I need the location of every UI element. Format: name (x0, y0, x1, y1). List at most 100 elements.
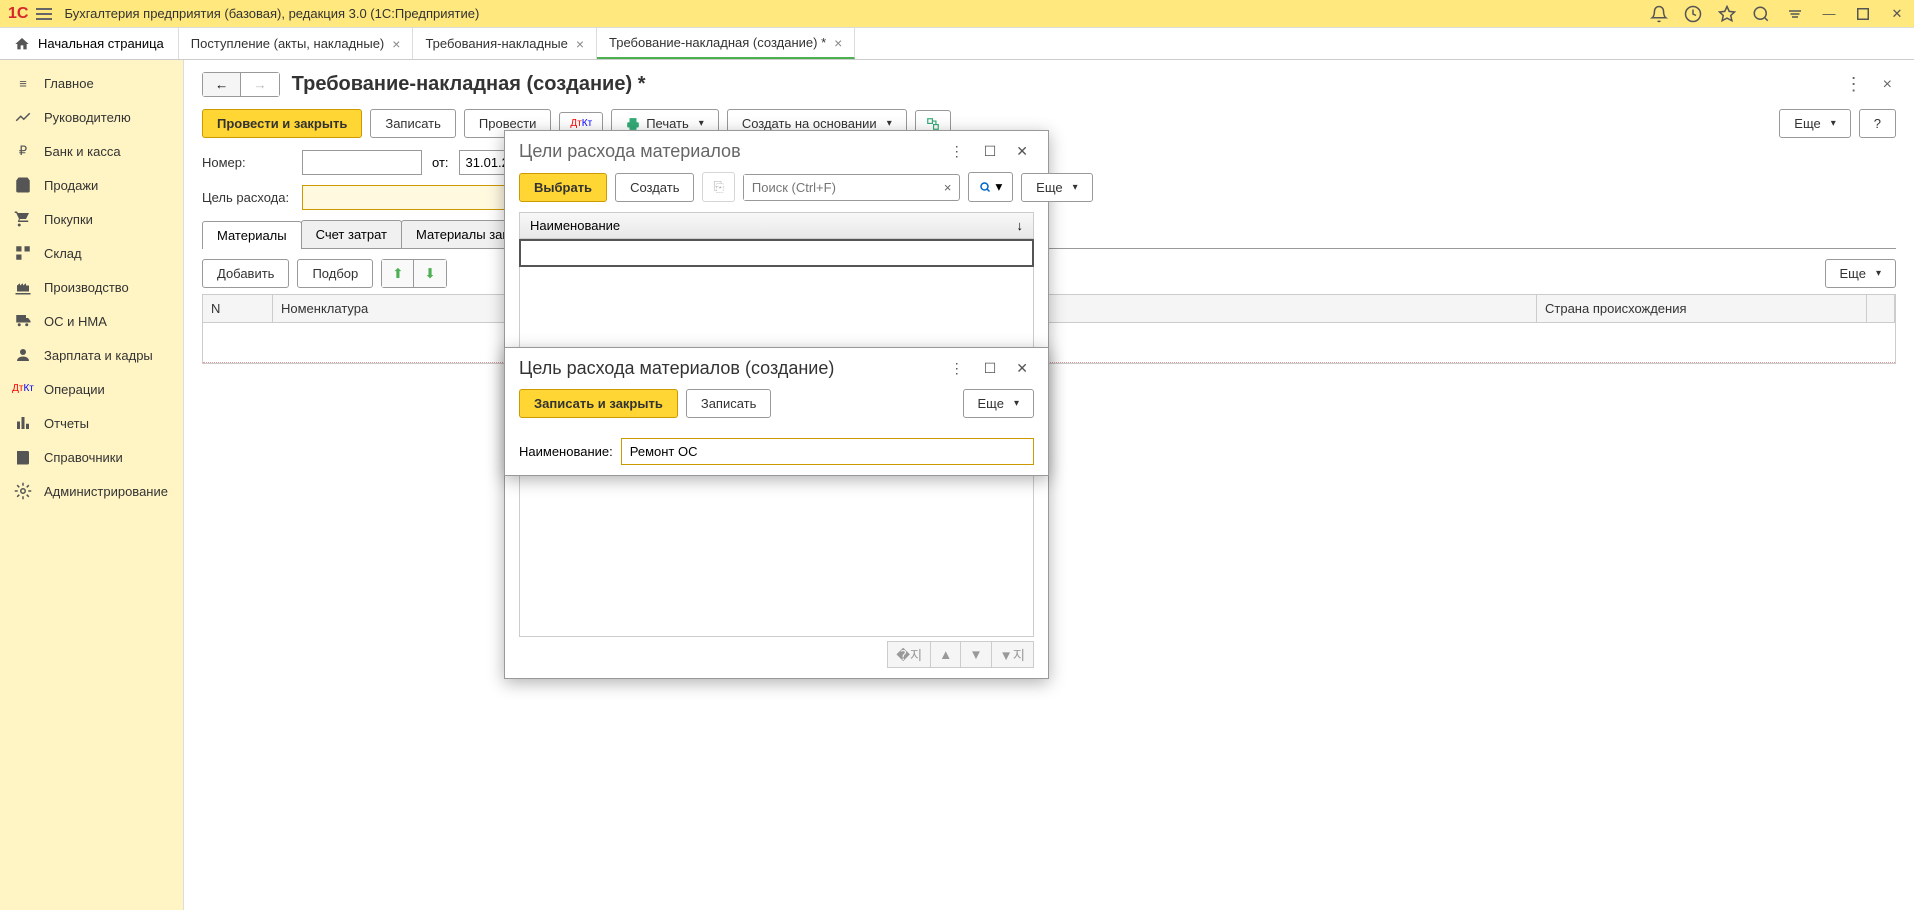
dialog-menu-icon[interactable]: ⋮ (944, 358, 970, 379)
sidebar-label: Производство (44, 280, 129, 295)
close-icon[interactable]: ✕ (1888, 5, 1906, 23)
home-tab[interactable]: Начальная страница (0, 28, 179, 59)
dialog-close-icon[interactable]: ✕ (1010, 358, 1034, 379)
tab-2[interactable]: Требование-накладная (создание) * × (597, 28, 855, 59)
menu-icon[interactable] (36, 8, 52, 20)
nav-down-icon[interactable]: ▼ (960, 641, 991, 668)
sidebar-item-warehouse[interactable]: Склад (0, 236, 183, 270)
back-button[interactable]: ← (203, 73, 241, 96)
sidebar-item-operations[interactable]: ДтКт Операции (0, 372, 183, 406)
sidebar-item-admin[interactable]: Администрирование (0, 474, 183, 508)
dialog1-create-button[interactable]: Создать (615, 173, 694, 202)
dtkt-icon: ДтКт (14, 380, 32, 398)
col-name-label: Наименование (530, 218, 620, 233)
sidebar-item-assets[interactable]: ОС и НМА (0, 304, 183, 338)
sidebar-item-manager[interactable]: Руководителю (0, 100, 183, 134)
nav-last-icon[interactable]: ▼지 (991, 641, 1034, 668)
dialog1-search-button[interactable]: ▾ (968, 172, 1013, 202)
boxes-icon (14, 244, 32, 262)
sidebar-item-main[interactable]: ≡Главное (0, 66, 183, 100)
nav-up-icon[interactable]: ▲ (930, 641, 961, 668)
tab-1[interactable]: Требования-накладные × (413, 28, 597, 59)
sidebar-item-purchases[interactable]: Покупки (0, 202, 183, 236)
tab-close-icon[interactable]: × (834, 35, 842, 51)
col-end (1867, 295, 1895, 322)
help-button[interactable]: ? (1859, 109, 1896, 138)
bars-icon (14, 414, 32, 432)
sidebar-item-salary[interactable]: Зарплата и кадры (0, 338, 183, 372)
dialog-close-icon[interactable]: ✕ (1010, 141, 1034, 162)
factory-icon (14, 278, 32, 296)
post-close-button[interactable]: Провести и закрыть (202, 109, 362, 138)
sort-icon: ↓ (1017, 218, 1024, 233)
dialog-maximize-icon[interactable]: ☐ (978, 141, 1003, 162)
sidebar-label: Продажи (44, 178, 98, 193)
person-icon (14, 346, 32, 364)
sidebar-label: Склад (44, 246, 82, 261)
dialog1-copy-button[interactable]: ⎘ (702, 172, 734, 202)
move-up-button[interactable]: ⬆ (382, 260, 414, 287)
maximize-icon[interactable] (1854, 5, 1872, 23)
menu-icon: ≡ (14, 74, 32, 92)
forward-button[interactable]: → (241, 73, 278, 96)
tab-label: Поступление (акты, накладные) (191, 36, 384, 51)
star-icon[interactable] (1718, 5, 1736, 23)
nav-buttons: ← → (202, 72, 280, 97)
search-icon[interactable] (1752, 5, 1770, 23)
dialog2-name-input[interactable] (621, 438, 1034, 465)
search-clear-icon[interactable]: × (936, 180, 960, 195)
minimize-icon[interactable]: — (1820, 5, 1838, 23)
number-input[interactable] (302, 150, 422, 175)
bell-icon[interactable] (1650, 5, 1668, 23)
dialog2-save-close-button[interactable]: Записать и закрыть (519, 389, 678, 418)
col-country: Страна происхождения (1537, 295, 1867, 322)
history-icon[interactable] (1684, 5, 1702, 23)
inner-tab-costs[interactable]: Счет затрат (301, 220, 402, 248)
sidebar-item-reports[interactable]: Отчеты (0, 406, 183, 440)
sidebar-item-directories[interactable]: Справочники (0, 440, 183, 474)
save-button[interactable]: Записать (370, 109, 456, 138)
dialog1-select-button[interactable]: Выбрать (519, 173, 607, 202)
purpose-input[interactable] (302, 185, 522, 210)
close-page-icon[interactable]: × (1879, 72, 1896, 98)
dialog1-col-header[interactable]: Наименование ↓ (519, 212, 1034, 239)
settings-icon[interactable] (1786, 5, 1804, 23)
dialog1-more-button[interactable]: Еще (1021, 173, 1092, 202)
table-body[interactable] (203, 323, 1895, 363)
from-label: от: (432, 155, 449, 170)
book-icon (14, 448, 32, 466)
dialog1-title: Цели расхода материалов (519, 141, 936, 162)
dialog2-more-button[interactable]: Еще (963, 389, 1034, 418)
dialog-maximize-icon[interactable]: ☐ (978, 358, 1003, 379)
select-button[interactable]: Подбор (297, 259, 373, 288)
tab-close-icon[interactable]: × (392, 36, 400, 52)
sidebar-item-sales[interactable]: Продажи (0, 168, 183, 202)
more-button[interactable]: Еще (1779, 109, 1850, 138)
sidebar-label: Отчеты (44, 416, 89, 431)
home-icon (14, 36, 30, 52)
tab-label: Требования-накладные (425, 36, 567, 51)
table-more-button[interactable]: Еще (1825, 259, 1896, 288)
app-title: Бухгалтерия предприятия (базовая), редак… (64, 6, 1650, 21)
dialog1-active-row[interactable] (519, 239, 1034, 267)
tab-label: Требование-накладная (создание) * (609, 35, 826, 50)
gear-icon (14, 482, 32, 500)
dialog-menu-icon[interactable]: ⋮ (944, 141, 970, 162)
tab-0[interactable]: Поступление (акты, накладные) × (179, 28, 414, 59)
add-button[interactable]: Добавить (202, 259, 289, 288)
sidebar-item-production[interactable]: Производство (0, 270, 183, 304)
inner-tab-materials[interactable]: Материалы (202, 221, 302, 249)
more-menu-icon[interactable]: ⋮ (1841, 70, 1867, 99)
move-down-button[interactable]: ⬇ (414, 260, 445, 287)
ruble-icon: ₽ (14, 142, 32, 160)
dialog1-search-input[interactable] (744, 175, 936, 200)
bag-icon (14, 176, 32, 194)
sidebar-label: Операции (44, 382, 105, 397)
nav-first-icon[interactable]: �지 (887, 641, 931, 668)
truck-icon (14, 312, 32, 330)
tab-close-icon[interactable]: × (576, 36, 584, 52)
dialog2-save-button[interactable]: Записать (686, 389, 772, 418)
sidebar-item-bank[interactable]: ₽Банк и касса (0, 134, 183, 168)
chart-icon (14, 108, 32, 126)
link-icon (926, 117, 940, 131)
